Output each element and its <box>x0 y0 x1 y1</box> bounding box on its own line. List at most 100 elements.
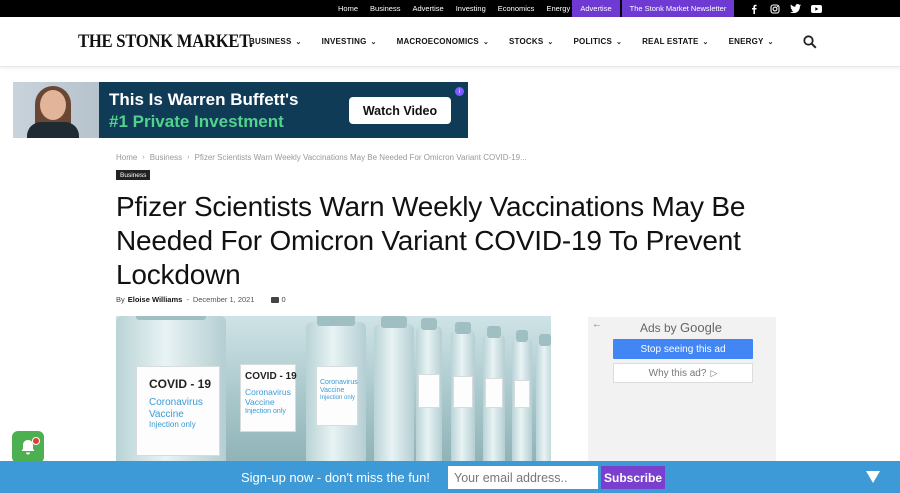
vial-label-title: COVID - 19 <box>149 377 212 391</box>
vial-label-text: Vaccine <box>245 396 275 407</box>
social-icons <box>743 3 827 14</box>
breadcrumb-separator-icon: › <box>187 154 190 161</box>
youtube-icon[interactable] <box>806 3 827 14</box>
top-link-energy[interactable]: Energy <box>546 4 570 13</box>
top-link-advertise[interactable]: Advertise <box>412 4 443 13</box>
nav-item-label: POLITICS <box>573 37 612 46</box>
top-link-investing[interactable]: Investing <box>456 4 486 13</box>
instagram-icon[interactable] <box>764 3 785 14</box>
top-bar: Home Business Advertise Investing Econom… <box>0 0 900 17</box>
top-link-home[interactable]: Home <box>338 4 358 13</box>
author-link[interactable]: Eloise Williams <box>128 295 183 304</box>
ad-person-face <box>40 90 66 120</box>
chevron-down-icon: ⌄ <box>547 38 554 46</box>
nav-item-macroeconomics[interactable]: MACROECONOMICS ⌄ <box>397 37 489 46</box>
adchoices-icon[interactable]: i <box>455 87 464 96</box>
breadcrumb-home[interactable]: Home <box>116 153 137 162</box>
ad-headline-line1: This Is Warren Buffett's <box>109 90 299 109</box>
ad-person-body <box>27 122 79 138</box>
top-link-business[interactable]: Business <box>370 4 400 13</box>
article-title: Pfizer Scientists Warn Weekly Vaccinatio… <box>116 191 746 290</box>
vial-label-title: COVID - 19 <box>245 371 297 382</box>
top-advertise-button[interactable]: Advertise <box>572 0 620 17</box>
vial-label: COVID - 19 Coronavirus Vaccine Injection… <box>136 366 220 456</box>
byline-prefix: By <box>116 295 125 304</box>
site-logo[interactable]: THE STONK MARKET. <box>78 32 253 53</box>
comment-icon <box>270 296 279 303</box>
breadcrumb-separator-icon: › <box>142 154 145 161</box>
collapse-triangle-icon[interactable] <box>866 471 880 483</box>
chevron-down-icon: ⌄ <box>767 38 774 46</box>
vial-label-text: Coronavirus <box>149 397 203 408</box>
play-outline-icon: ▷ <box>710 367 718 378</box>
breadcrumb: Home › Business › Pfizer Scientists Warn… <box>116 153 527 162</box>
vial-label-text: Vaccine <box>149 408 184 420</box>
banner-ad[interactable]: This Is Warren Buffett's #1 Private Inve… <box>13 82 468 138</box>
back-arrow-icon[interactable]: ← <box>592 319 602 330</box>
vial-label-small <box>485 378 503 408</box>
publish-date: December 1, 2021 <box>192 295 255 304</box>
site-header: THE STONK MARKET. BUSINESS ⌄ INVESTING ⌄ M… <box>0 17 900 67</box>
vial-label: COVID - 19 Coronavirus Vaccine Injection… <box>240 364 297 432</box>
email-field[interactable] <box>448 466 598 489</box>
newsletter-button[interactable]: The Stonk Market Newsletter <box>622 0 734 17</box>
vial-label-small <box>418 374 440 408</box>
google-label: Google <box>680 320 722 335</box>
meta-separator: - <box>186 295 189 304</box>
main-nav: BUSINESS ⌄ INVESTING ⌄ MACROECONOMICS ⌄ STO… <box>249 37 794 46</box>
nav-item-label: ENERGY <box>728 37 764 46</box>
vial-label-small <box>514 380 530 408</box>
notification-dot <box>32 437 40 445</box>
nav-item-label: REAL ESTATE <box>642 37 699 46</box>
nav-item-stocks[interactable]: STOCKS ⌄ <box>509 37 553 46</box>
nav-item-business[interactable]: BUSINESS ⌄ <box>249 37 302 46</box>
vial <box>374 316 414 466</box>
search-icon[interactable] <box>803 35 817 49</box>
subscribe-button[interactable]: Subscribe <box>601 466 665 489</box>
breadcrumb-current: Pfizer Scientists Warn Weekly Vaccinatio… <box>194 153 527 162</box>
chevron-down-icon: ⌄ <box>295 38 302 46</box>
article-featured-image: COVID - 19 Coronavirus Vaccine Injection… <box>116 316 551 466</box>
vial-label-small <box>453 376 473 408</box>
facebook-icon[interactable] <box>743 3 764 14</box>
why-this-ad-button[interactable]: Why this ad? ▷ <box>613 363 753 383</box>
vial-label-text: Injection only <box>320 395 356 402</box>
nav-item-label: STOCKS <box>509 37 544 46</box>
chevron-down-icon: ⌄ <box>482 38 490 46</box>
chevron-down-icon: ⌄ <box>616 38 623 46</box>
twitter-icon[interactable] <box>785 3 806 14</box>
vial-label-text: Injection only <box>245 407 286 415</box>
chevron-down-icon: ⌄ <box>702 38 709 46</box>
nav-item-label: INVESTING <box>321 37 367 46</box>
notification-bell-button[interactable] <box>12 431 44 463</box>
why-this-ad-label: Why this ad? <box>648 367 707 379</box>
vial-label: Coronavirus Vaccine Injection only <box>316 366 358 426</box>
vial-label-text: Vaccine <box>320 387 345 395</box>
chevron-down-icon: ⌄ <box>370 38 377 46</box>
top-link-economics[interactable]: Economics <box>498 4 535 13</box>
nav-item-investing[interactable]: INVESTING ⌄ <box>322 37 377 46</box>
watch-video-button[interactable]: Watch Video <box>349 97 451 124</box>
top-nav: Home Business Advertise Investing Econom… <box>332 0 576 17</box>
vial-label-text: Injection only <box>149 420 196 429</box>
ad-headline-line2: #1 Private Investment <box>109 112 284 131</box>
ads-by-label: Ads by <box>640 321 677 335</box>
nav-item-energy[interactable]: ENERGY ⌄ <box>729 37 774 46</box>
vial-label-text: Coronavirus <box>320 379 358 386</box>
google-ad-panel: ← Ads by Google Stop seeing this ad Why … <box>588 317 776 462</box>
comments-link[interactable]: 0 <box>270 295 286 304</box>
ads-by-google: Ads by Google <box>640 320 722 335</box>
nav-item-label: MACROECONOMICS <box>396 37 479 46</box>
signup-text: Sign-up now - don't miss the fun! <box>241 470 430 485</box>
nav-item-label: BUSINESS <box>249 37 292 46</box>
ad-photo <box>13 82 99 138</box>
signup-bar: Sign-up now - don't miss the fun! Subscr… <box>0 461 900 493</box>
stop-seeing-ad-button[interactable]: Stop seeing this ad <box>613 339 753 359</box>
category-badge[interactable]: Business <box>116 170 151 180</box>
breadcrumb-business[interactable]: Business <box>150 153 182 162</box>
nav-item-real-estate[interactable]: REAL ESTATE ⌄ <box>642 37 709 46</box>
nav-item-politics[interactable]: POLITICS ⌄ <box>574 37 623 46</box>
vial <box>536 334 551 466</box>
comment-count: 0 <box>281 295 286 304</box>
article-meta: By Eloise Williams - December 1, 2021 0 <box>116 295 286 304</box>
